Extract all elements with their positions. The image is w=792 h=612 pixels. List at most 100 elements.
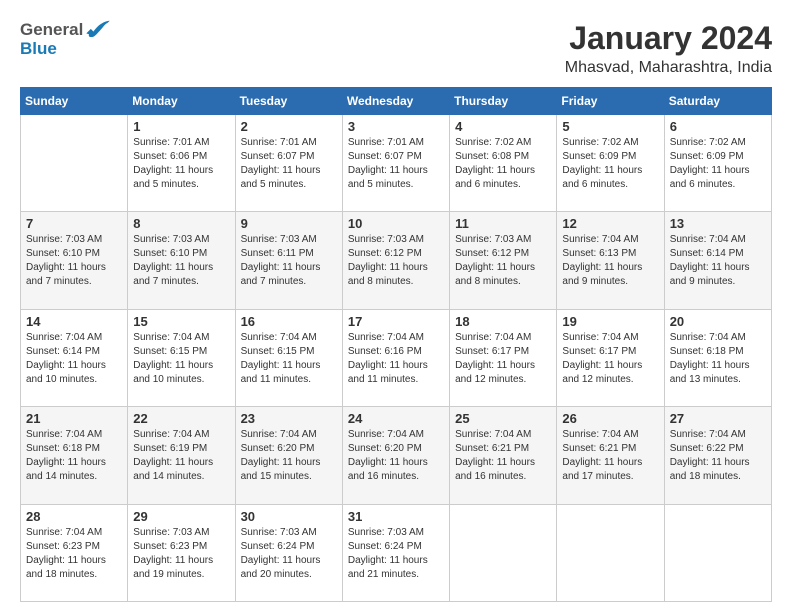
calendar-cell: 13Sunrise: 7:04 AMSunset: 6:14 PMDayligh… — [664, 212, 771, 309]
calendar-cell: 7 Sunrise: 7:03 AMSunset: 6:10 PMDaylight… — [21, 212, 128, 309]
logo-general-text: General — [20, 20, 83, 40]
day-info-line: and 7 minutes. — [133, 276, 199, 287]
day-info: Sunrise: 7:04 AMSunset: 6:15 PMDaylight:… — [241, 331, 337, 387]
day-info-line: Sunrise: 7:03 AM — [241, 527, 317, 538]
logo-bird-icon — [84, 19, 112, 37]
day-info-line: Sunrise: 7:03 AM — [133, 234, 209, 245]
calendar-cell: 16Sunrise: 7:04 AMSunset: 6:15 PMDayligh… — [235, 309, 342, 406]
day-info-line: Sunset: 6:12 PM — [455, 248, 529, 259]
day-info-line: Sunset: 6:07 PM — [241, 151, 315, 162]
calendar-cell: 9Sunrise: 7:03 AMSunset: 6:11 PMDaylight… — [235, 212, 342, 309]
day-info-line: Sunset: 6:12 PM — [348, 248, 422, 259]
day-number: 27 — [670, 411, 766, 426]
day-number: 17 — [348, 314, 444, 329]
day-info: Sunrise: 7:03 AM Sunset: 6:12 PM Daylight:… — [455, 233, 551, 289]
day-info: Sunrise: 7:03 AMSunset: 6:10 PMDaylight:… — [26, 233, 122, 289]
day-info-line: Sunset: 6:23 PM — [26, 541, 100, 552]
calendar-cell: 1Sunrise: 7:01 AMSunset: 6:06 PMDaylight… — [128, 115, 235, 212]
day-number: 10 — [348, 216, 444, 231]
calendar-cell: 4 Sunrise: 7:02 AMSunset: 6:08 PMDaylight… — [450, 115, 557, 212]
day-info-line: Sunrise: 7:03 AM — [133, 527, 209, 538]
day-info-line: Sunset: 6:15 PM — [241, 346, 315, 357]
header-saturday: Saturday — [664, 88, 771, 115]
header-monday: Monday — [128, 88, 235, 115]
day-info-line: Daylight: 11 hours — [26, 262, 106, 273]
day-info-line: and 16 minutes. — [455, 471, 526, 482]
day-info-line: Daylight: 11 hours — [562, 457, 642, 468]
day-info-line: Sunrise: 7:04 AM — [241, 332, 317, 343]
logo-blue-text: Blue — [20, 40, 57, 57]
day-number: 18 — [455, 314, 551, 329]
day-number: 21 — [26, 411, 122, 426]
day-info-line: Daylight: 11 hours — [455, 262, 535, 273]
calendar-cell: 2Sunrise: 7:01 AMSunset: 6:07 PMDaylight… — [235, 115, 342, 212]
day-number: 16 — [241, 314, 337, 329]
day-info: Sunrise: 7:04 AMSunset: 6:17 PMDaylight:… — [455, 331, 551, 387]
calendar-cell: 14Sunrise: 7:04 AMSunset: 6:14 PMDayligh… — [21, 309, 128, 406]
calendar-cell: 17Sunrise: 7:04 AMSunset: 6:16 PMDayligh… — [342, 309, 449, 406]
day-number: 23 — [241, 411, 337, 426]
day-info: Sunrise: 7:03 AMSunset: 6:24 PMDaylight:… — [241, 526, 337, 582]
day-info-line: Daylight: 11 hours — [348, 262, 428, 273]
day-number: 7 — [26, 216, 122, 231]
day-info-line: and 5 minutes. — [133, 179, 199, 190]
day-info-line: Daylight: 11 hours — [348, 555, 428, 566]
day-info-line: Sunrise: 7:04 AM — [26, 332, 102, 343]
day-number: 3 — [348, 119, 444, 134]
day-info: Sunrise: 7:04 AMSunset: 6:20 PMDaylight:… — [241, 428, 337, 484]
day-info-line: Sunset: 6:23 PM — [133, 541, 207, 552]
day-info-line: and 8 minutes. — [348, 276, 414, 287]
day-info-line: Sunset: 6:09 PM — [670, 151, 744, 162]
day-info-line: Daylight: 11 hours — [348, 165, 428, 176]
day-info-line: Sunrise: 7:04 AM — [133, 429, 209, 440]
day-number: 26 — [562, 411, 658, 426]
header-sunday: Sunday — [21, 88, 128, 115]
day-info-line: Daylight: 11 hours — [348, 360, 428, 371]
day-info-line: Sunrise: 7:04 AM — [562, 332, 638, 343]
day-info-line: Sunrise: 7:03 AM — [455, 234, 531, 245]
day-number: 11 — [455, 216, 551, 231]
day-info-line: Daylight: 11 hours — [26, 457, 106, 468]
day-number: 22 — [133, 411, 229, 426]
day-info: Sunrise: 7:04 AMSunset: 6:21 PMDaylight:… — [455, 428, 551, 484]
day-info-line: and 14 minutes. — [26, 471, 97, 482]
day-info-line: Sunset: 6:22 PM — [670, 443, 744, 454]
day-info-line: and 18 minutes. — [26, 569, 97, 580]
day-info-line: Sunset: 6:21 PM — [562, 443, 636, 454]
day-info-line: Daylight: 11 hours — [562, 360, 642, 371]
day-info-line: and 20 minutes. — [241, 569, 312, 580]
day-info-line: Sunrise: 7:04 AM — [133, 332, 209, 343]
day-info-line: Daylight: 11 hours — [26, 360, 106, 371]
day-number: 4 — [455, 119, 551, 134]
title-section: January 2024 Mhasvad, Maharashtra, India — [565, 20, 772, 77]
day-number: 30 — [241, 509, 337, 524]
day-info: Sunrise: 7:04 AMSunset: 6:23 PMDaylight:… — [26, 526, 122, 582]
day-number: 20 — [670, 314, 766, 329]
day-info-line: Sunrise: 7:04 AM — [348, 429, 424, 440]
day-info-line: Sunrise: 7:03 AM — [241, 234, 317, 245]
day-info-line: and 6 minutes. — [670, 179, 736, 190]
day-number: 2 — [241, 119, 337, 134]
day-info-line: Sunrise: 7:01 AM — [348, 137, 424, 148]
calendar-cell: 15Sunrise: 7:04 AMSunset: 6:15 PMDayligh… — [128, 309, 235, 406]
day-info: Sunrise: 7:03 AMSunset: 6:10 PMDaylight:… — [133, 233, 229, 289]
day-number: 31 — [348, 509, 444, 524]
calendar-week-row: 7 Sunrise: 7:03 AMSunset: 6:10 PMDaylight… — [21, 212, 772, 309]
day-info-line: and 6 minutes. — [562, 179, 628, 190]
day-info-line: and 5 minutes. — [241, 179, 307, 190]
logo: General Blue — [20, 20, 112, 57]
day-info-line: and 19 minutes. — [133, 569, 204, 580]
day-info-line: Sunset: 6:14 PM — [670, 248, 744, 259]
main-title: January 2024 — [565, 20, 772, 57]
day-info-line: Daylight: 11 hours — [670, 165, 750, 176]
calendar-cell: 19Sunrise: 7:04 AMSunset: 6:17 PMDayligh… — [557, 309, 664, 406]
day-info: Sunrise: 7:02 AMSunset: 6:08 PMDaylight:… — [455, 136, 551, 192]
day-info-line: Daylight: 11 hours — [670, 262, 750, 273]
calendar-cell: 30 Sunrise: 7:03 AMSunset: 6:24 PMDayligh… — [235, 504, 342, 601]
calendar-cell: 20Sunrise: 7:04 AMSunset: 6:18 PMDayligh… — [664, 309, 771, 406]
day-info: Sunrise: 7:02 AMSunset: 6:09 PMDaylight:… — [562, 136, 658, 192]
header-thursday: Thursday — [450, 88, 557, 115]
day-info-line: and 12 minutes. — [562, 374, 633, 385]
calendar-cell: 31Sunrise: 7:03 AMSunset: 6:24 PMDayligh… — [342, 504, 449, 601]
header-friday: Friday — [557, 88, 664, 115]
